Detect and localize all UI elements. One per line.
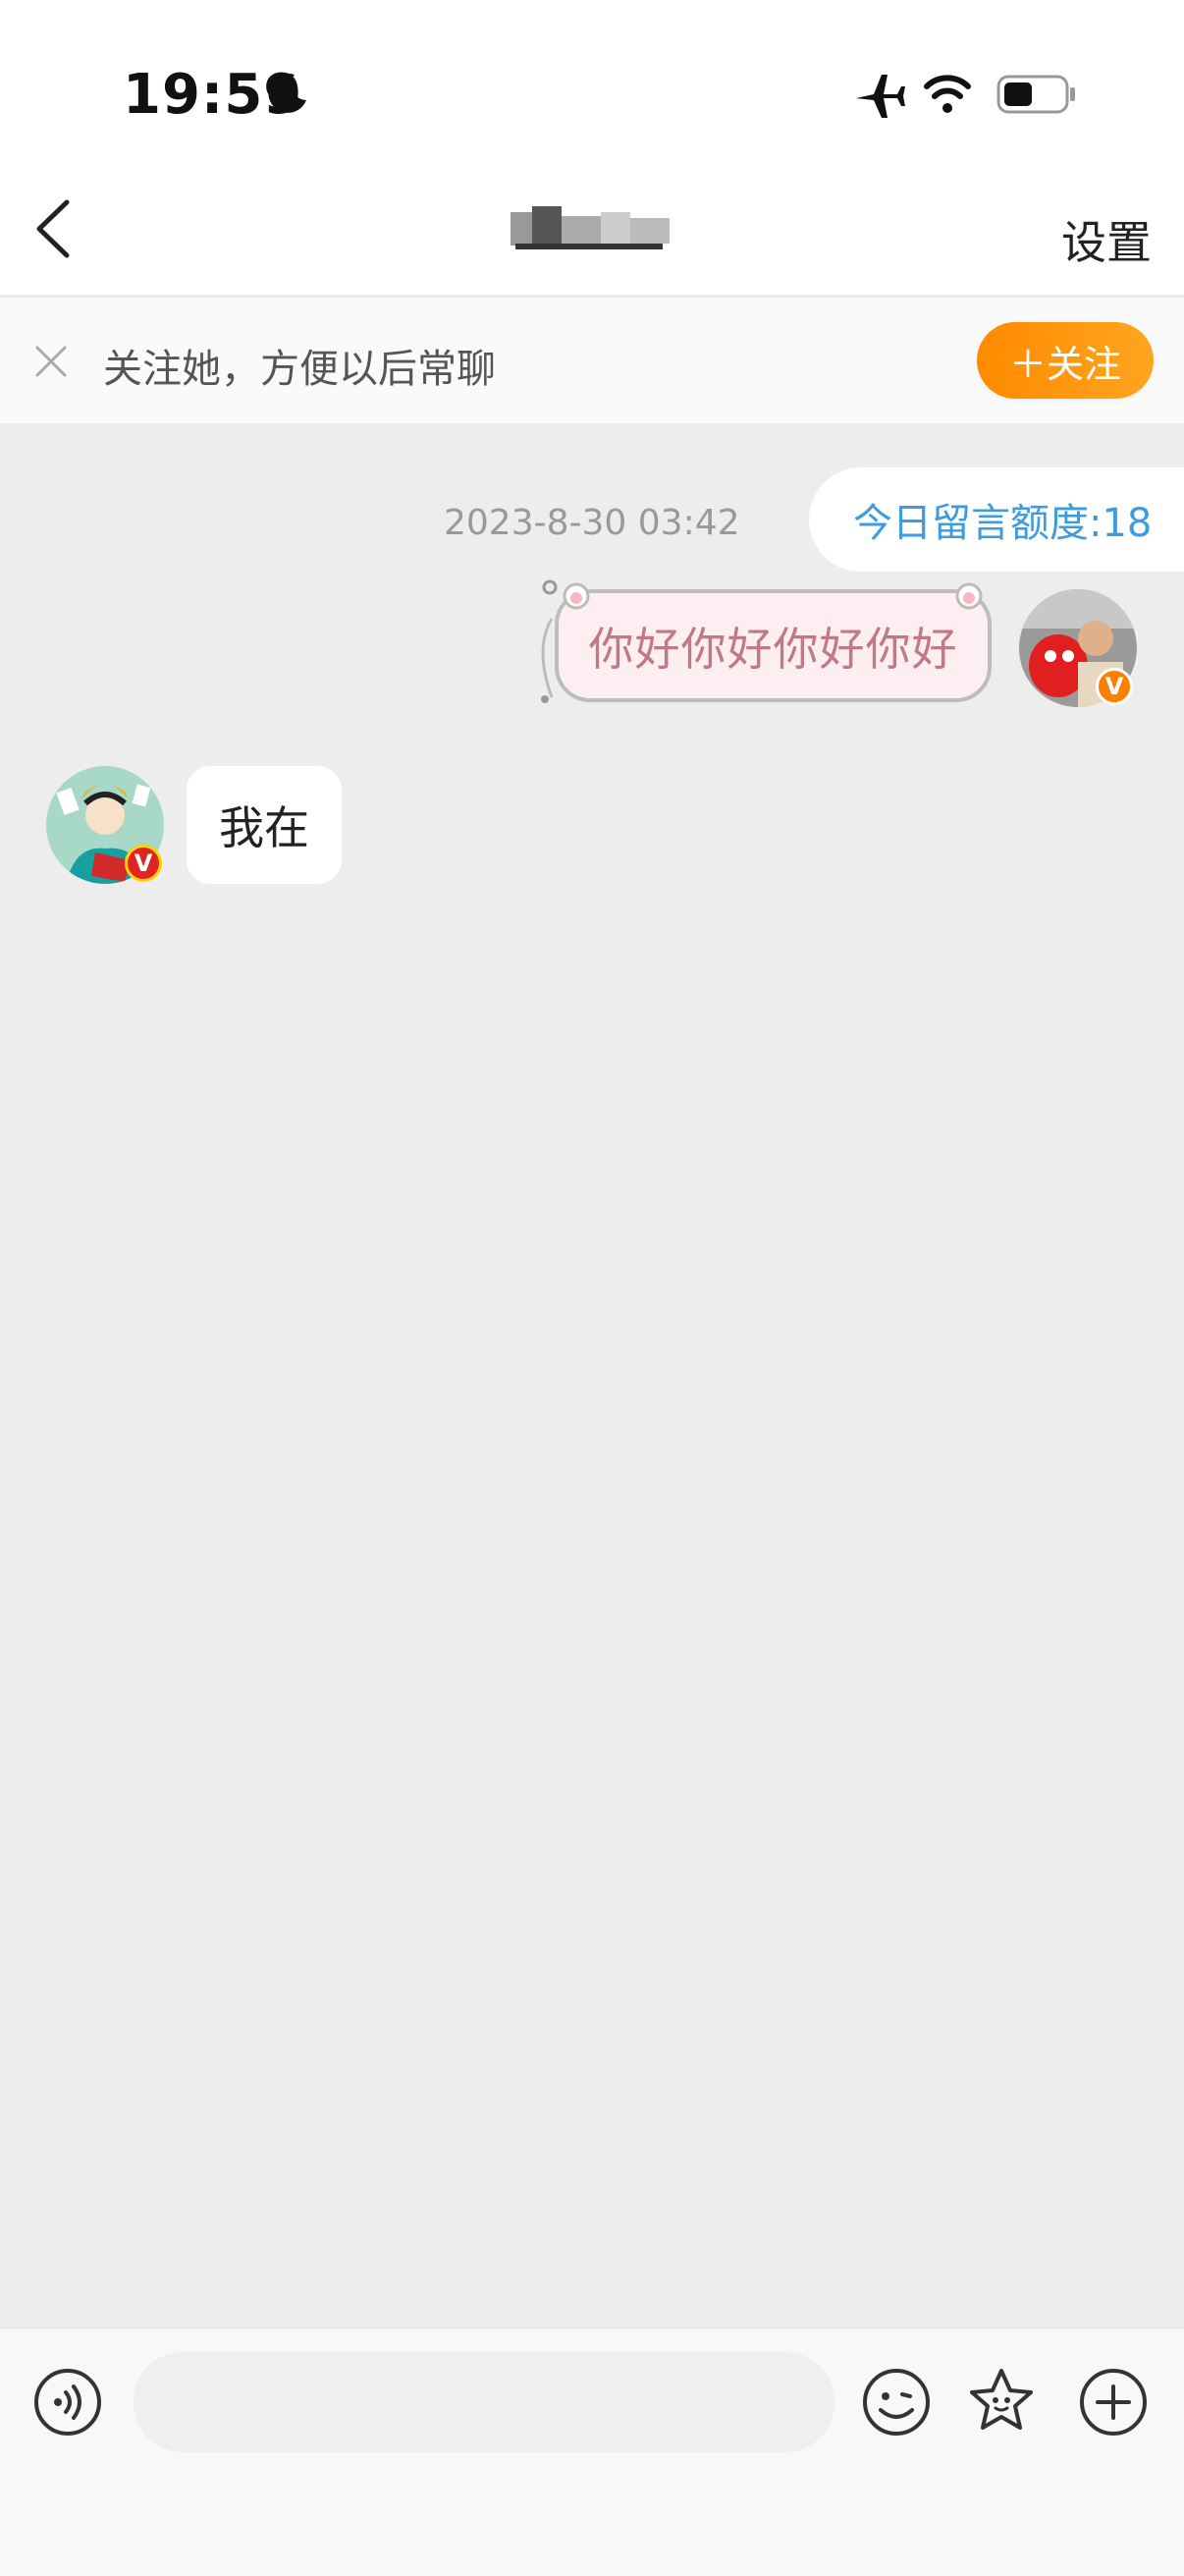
message-quota-badge: 今日留言额度:18 <box>809 467 1184 572</box>
back-icon[interactable] <box>29 196 75 261</box>
redacted-title-graphic <box>511 206 670 249</box>
add-icon[interactable] <box>1078 2367 1149 2438</box>
bubble-ear-left <box>563 582 590 610</box>
emoji-icon[interactable] <box>861 2367 932 2438</box>
wifi-icon <box>924 75 971 113</box>
page-title <box>506 206 682 253</box>
my-verified-badge: V <box>1096 668 1133 705</box>
contact-verified-badge: V <box>125 845 162 882</box>
voice-icon[interactable] <box>32 2367 103 2438</box>
airplane-icon <box>856 75 905 118</box>
message-timestamp: 2023-8-30 03:42 <box>444 503 740 543</box>
sticker-icon[interactable] <box>966 2365 1037 2436</box>
moon-icon <box>268 73 306 113</box>
follow-banner-text: 关注她，方便以后常聊 <box>103 347 496 392</box>
contact-message-bubble[interactable]: 我在 <box>187 766 342 884</box>
bubble-ear-right <box>955 582 983 610</box>
my-message-bubble[interactable]: 你好你好你好你好 <box>555 589 992 702</box>
message-input[interactable] <box>134 2352 834 2452</box>
settings-button[interactable]: 设置 <box>1061 207 1152 272</box>
battery-icon <box>996 75 1075 114</box>
follow-button[interactable]: ＋关注 <box>977 322 1154 399</box>
close-icon[interactable] <box>31 342 71 381</box>
